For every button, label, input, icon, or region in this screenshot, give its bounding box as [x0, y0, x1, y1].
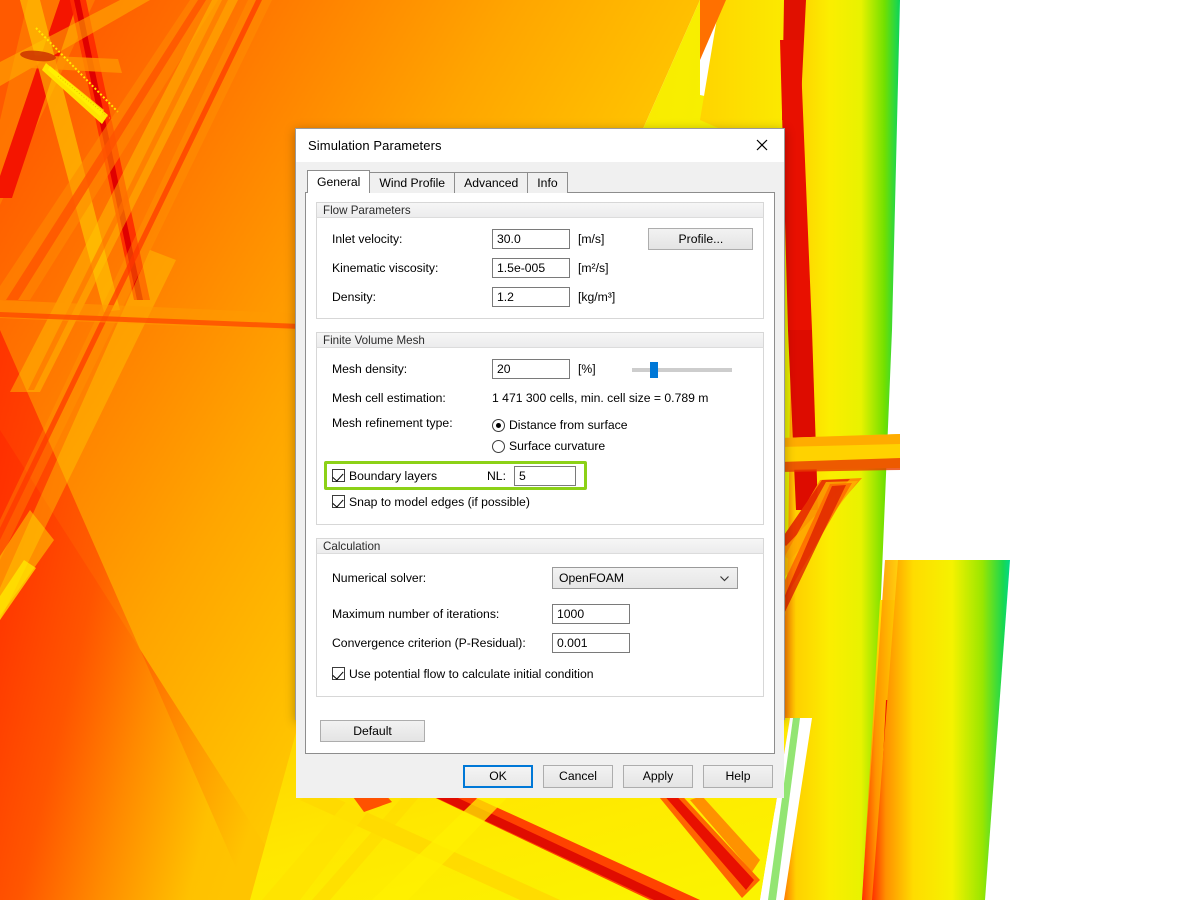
numerical-solver-label: Numerical solver:: [332, 571, 427, 585]
checkbox-icon-checked: [332, 469, 345, 482]
row-use-potential-flow: Use potential flow to calculate initial …: [317, 664, 763, 683]
row-default-button: Default: [316, 710, 764, 753]
density-input[interactable]: [492, 286, 570, 307]
numerical-solver-value: OpenFOAM: [559, 571, 625, 585]
radio-button-icon-selected: [492, 418, 505, 432]
convergence-criterion-label: Convergence criterion (P-Residual):: [332, 635, 526, 650]
kinematic-viscosity-input[interactable]: [492, 257, 570, 278]
mesh-density-input[interactable]: [492, 358, 570, 379]
dialog-titlebar: Simulation Parameters: [296, 129, 784, 162]
mesh-density-unit: [%]: [578, 361, 596, 376]
mesh-cell-estimation-label: Mesh cell estimation:: [332, 390, 446, 405]
dialog-title: Simulation Parameters: [308, 138, 442, 153]
row-mesh-refinement-type: Mesh refinement type: Distance from surf…: [317, 416, 763, 455]
mesh-cell-estimation-value: 1 471 300 cells, min. cell size = 0.789 …: [492, 390, 709, 405]
row-mesh-density: Mesh density: [%]: [317, 358, 763, 379]
group-title-finite-volume-mesh: Finite Volume Mesh: [316, 332, 764, 348]
simulation-parameters-dialog: Simulation Parameters General Wind Profi…: [295, 128, 785, 798]
group-flow-parameters: Flow Parameters Inlet velocity: [m/s] Pr…: [316, 202, 764, 319]
inlet-velocity-input[interactable]: [492, 228, 570, 249]
tab-general[interactable]: General: [307, 170, 371, 193]
profile-button[interactable]: Profile...: [648, 227, 754, 250]
dialog-body: General Wind Profile Advanced Info Flow …: [296, 162, 784, 754]
tab-wind-profile[interactable]: Wind Profile: [369, 172, 456, 193]
inlet-velocity-label: Inlet velocity:: [332, 231, 403, 246]
tab-panel-general: Flow Parameters Inlet velocity: [m/s] Pr…: [305, 192, 775, 754]
cancel-button[interactable]: Cancel: [543, 764, 613, 788]
apply-button[interactable]: Apply: [623, 764, 693, 788]
density-unit: [kg/m³]: [578, 289, 616, 304]
max-iterations-label: Maximum number of iterations:: [332, 606, 500, 621]
checkbox-icon-checked: [332, 667, 345, 680]
inlet-velocity-unit: [m/s]: [578, 231, 605, 246]
mesh-density-slider[interactable]: [631, 360, 732, 378]
convergence-criterion-input[interactable]: [552, 632, 630, 653]
row-max-iterations: Maximum number of iterations:: [317, 603, 763, 624]
row-mesh-cell-estimation: Mesh cell estimation: 1 471 300 cells, m…: [317, 387, 763, 408]
use-potential-flow-label: Use potential flow to calculate initial …: [349, 666, 594, 681]
row-convergence-criterion: Convergence criterion (P-Residual):: [317, 632, 763, 653]
radio-surface-curvature[interactable]: Surface curvature: [492, 437, 628, 455]
density-label: Density:: [332, 289, 377, 304]
mesh-density-label: Mesh density:: [332, 361, 408, 376]
default-button[interactable]: Default: [320, 720, 425, 742]
numerical-solver-dropdown[interactable]: OpenFOAM: [552, 567, 738, 589]
checkbox-snap-to-model-edges[interactable]: Snap to model edges (if possible): [332, 492, 530, 511]
radio-distance-from-surface[interactable]: Distance from surface: [492, 416, 628, 434]
group-calculation: Calculation Numerical solver: OpenFOAM M…: [316, 538, 764, 697]
radio-surface-curvature-label: Surface curvature: [509, 439, 606, 453]
ok-button[interactable]: OK: [463, 764, 533, 788]
checkbox-boundary-layers[interactable]: Boundary layers: [332, 466, 487, 485]
radio-button-icon: [492, 439, 505, 453]
row-snap-to-model-edges: Snap to model edges (if possible): [317, 492, 763, 511]
kinematic-viscosity-unit: [m²/s]: [578, 260, 609, 275]
boundary-layers-label: Boundary layers: [349, 468, 438, 483]
group-finite-volume-mesh: Finite Volume Mesh Mesh density: [%] Mes…: [316, 332, 764, 525]
kinematic-viscosity-label: Kinematic viscosity:: [332, 260, 439, 275]
row-density: Density: [kg/m³]: [317, 286, 763, 307]
radio-distance-from-surface-label: Distance from surface: [509, 418, 628, 432]
mesh-refinement-type-label: Mesh refinement type:: [332, 416, 453, 430]
row-kinematic-viscosity: Kinematic viscosity: [m²/s]: [317, 257, 763, 278]
group-title-flow-parameters: Flow Parameters: [316, 202, 764, 218]
max-iterations-input[interactable]: [552, 603, 630, 624]
nl-input[interactable]: [513, 465, 576, 486]
close-icon[interactable]: [739, 129, 784, 161]
row-boundary-layers: Boundary layers NL:: [317, 464, 763, 487]
dialog-footer: OK Cancel Apply Help: [296, 754, 784, 798]
slider-track: [631, 367, 732, 372]
tab-info[interactable]: Info: [527, 172, 568, 193]
nl-label: NL:: [487, 468, 506, 483]
help-button[interactable]: Help: [703, 764, 773, 788]
row-numerical-solver: Numerical solver: OpenFOAM: [317, 567, 763, 589]
group-title-calculation: Calculation: [316, 538, 764, 554]
tab-bar: General Wind Profile Advanced Info: [307, 170, 775, 193]
row-inlet-velocity: Inlet velocity: [m/s] Profile...: [317, 227, 763, 250]
chevron-down-icon: [719, 573, 730, 587]
slider-thumb[interactable]: [650, 361, 658, 378]
checkbox-use-potential-flow[interactable]: Use potential flow to calculate initial …: [332, 664, 594, 683]
tab-advanced[interactable]: Advanced: [454, 172, 529, 193]
snap-to-model-edges-label: Snap to model edges (if possible): [349, 494, 530, 509]
checkbox-icon-checked: [332, 495, 345, 508]
